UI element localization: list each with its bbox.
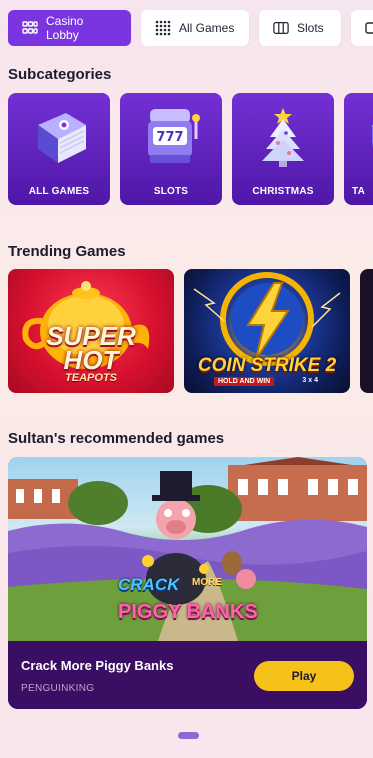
game-banner: CRACK MORE PIGGY BANKS <box>8 457 367 641</box>
tab-casino-lobby[interactable]: Casino Lobby <box>8 10 131 46</box>
game-card-super-hot-teapots[interactable]: SUPER HOT TEAPOTS <box>8 269 174 393</box>
game-card-coin-strike-2[interactable]: COIN STRIKE 2 HOLD AND WIN 3 x 4 <box>184 269 350 393</box>
logo-line: 3 x 4 <box>302 377 318 384</box>
tab-icon <box>365 20 373 36</box>
tab-label: All Games <box>179 21 235 35</box>
table-icon <box>344 103 373 169</box>
grid-icon <box>22 20 38 36</box>
slot-machine-icon: 777 <box>120 103 222 169</box>
logo-line: COIN STRIKE 2 <box>197 355 337 376</box>
category-tabs: Casino Lobby All Games Slots <box>8 10 373 46</box>
subcategory-table[interactable]: TA <box>344 93 373 205</box>
recommended-game-card[interactable]: CRACK MORE PIGGY BANKS Crack More Piggy … <box>8 457 367 709</box>
tab-all-games[interactable]: All Games <box>141 10 249 46</box>
game-info-bar: Crack More Piggy Banks PENGUINKING Play <box>8 641 367 709</box>
subcategory-label: SLOTS <box>153 186 189 197</box>
section-title-trending: Trending Games <box>8 243 126 260</box>
subcategory-all-games[interactable]: ALL GAMES <box>8 93 110 205</box>
logo-line: PIGGY BANKS <box>118 601 258 623</box>
subcategory-label: TA <box>352 186 365 197</box>
logo-line: MORE <box>192 577 222 588</box>
slot-reels-icon <box>273 20 289 36</box>
svg-text:777: 777 <box>156 130 183 145</box>
logo-line: CRACK <box>118 575 180 594</box>
play-button[interactable]: Play <box>254 661 354 691</box>
christmas-tree-icon <box>232 103 334 169</box>
subcategory-label: CHRISTMAS <box>252 186 314 197</box>
subcategory-list: ALL GAMES 777 SLOTS CHRISTMAS TA <box>8 93 373 205</box>
logo-line: TEAPOTS <box>65 372 117 384</box>
subcategory-label: ALL GAMES <box>28 186 90 197</box>
subcategory-christmas[interactable]: CHRISTMAS <box>232 93 334 205</box>
subcategory-slots[interactable]: 777 SLOTS <box>120 93 222 205</box>
game-title: Crack More Piggy Banks <box>21 658 174 673</box>
book-icon <box>8 103 110 169</box>
tab-more[interactable] <box>351 10 373 46</box>
carousel-indicator[interactable] <box>178 732 199 739</box>
section-title-recommended: Sultan's recommended games <box>8 430 225 447</box>
game-provider: PENGUINKING <box>21 683 95 694</box>
trending-list: SUPER HOT TEAPOTS COIN STRIKE 2 HOLD AND… <box>8 269 373 393</box>
dots-grid-icon <box>155 20 171 36</box>
game-card-partial[interactable] <box>360 269 373 393</box>
tab-slots[interactable]: Slots <box>259 10 341 46</box>
tab-label: Casino Lobby <box>46 14 84 42</box>
section-title-subcategories: Subcategories <box>8 66 112 83</box>
tab-label: Slots <box>297 21 324 35</box>
logo-line: HOLD AND WIN <box>214 377 275 386</box>
